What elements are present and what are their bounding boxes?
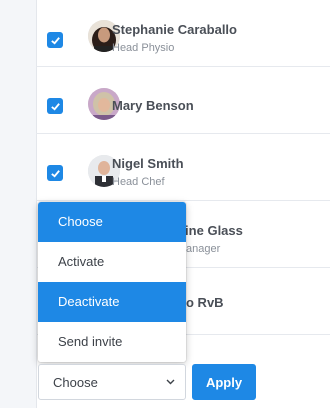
chevron-down-icon	[166, 379, 175, 385]
check-icon	[50, 102, 60, 111]
user-role: Head Chef	[112, 176, 165, 188]
menu-item-send-invite[interactable]: Send invite	[38, 322, 186, 362]
user-name[interactable]: rine Glass	[180, 223, 243, 238]
menu-item-activate[interactable]: Activate	[38, 242, 186, 282]
row-checkbox[interactable]	[47, 98, 63, 114]
menu-item-deactivate[interactable]: Deactivate	[38, 282, 186, 322]
user-name[interactable]: Mary Benson	[112, 98, 194, 113]
user-name[interactable]: Nigel Smith	[112, 156, 184, 171]
row-checkbox[interactable]	[47, 32, 63, 48]
check-icon	[50, 169, 60, 178]
bulk-action-menu: Choose Activate Deactivate Send invite	[38, 202, 186, 362]
user-name[interactable]: Stephanie Caraballo	[112, 22, 237, 37]
select-value: Choose	[53, 375, 98, 390]
user-role: Head Physio	[112, 42, 175, 54]
check-icon	[50, 36, 60, 45]
bulk-action-select[interactable]: Choose	[38, 364, 186, 400]
user-name[interactable]: o RvB	[186, 295, 224, 310]
row-checkbox[interactable]	[47, 165, 63, 181]
apply-button[interactable]: Apply	[192, 364, 256, 400]
menu-item-choose[interactable]: Choose	[38, 202, 186, 242]
user-role: anager	[186, 243, 221, 255]
